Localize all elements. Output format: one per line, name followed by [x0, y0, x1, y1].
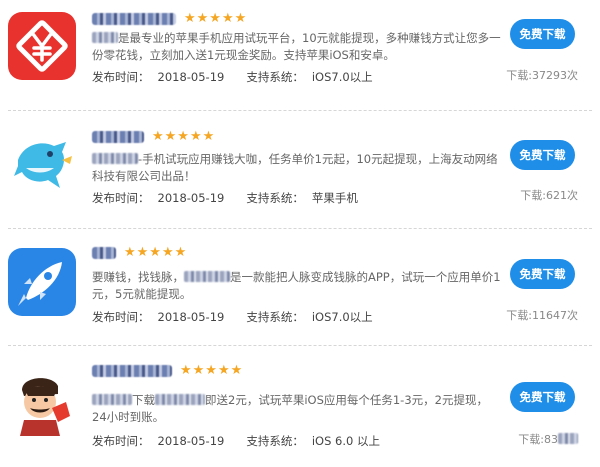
divider — [8, 110, 592, 111]
app-name-blurred[interactable] — [92, 13, 176, 25]
blurred-text — [155, 394, 205, 405]
blurred-text — [184, 271, 230, 282]
free-download-button[interactable]: 免费下载 — [510, 140, 575, 170]
system-label: 支持系统： — [246, 434, 304, 448]
blurred-text — [92, 394, 132, 405]
publish-date: 2018-05-19 — [157, 191, 225, 205]
rating-stars: ★★★★★ — [124, 245, 188, 260]
app-description: -手机试玩应用赚钱大咖，任务单价1元起，10元起提现，上海友动网络科技有限公司出… — [92, 151, 502, 185]
free-download-button[interactable]: 免费下载 — [510, 19, 575, 49]
system-value: 苹果手机 — [311, 191, 358, 205]
dolphin-icon — [8, 130, 76, 198]
app-description: 下载 即送2元，试玩苹果iOS应用每个任务1-3元，2元提现，24小时到账。 — [92, 392, 502, 426]
app-name-blurred[interactable] — [92, 131, 144, 143]
system-label: 支持系统： — [246, 70, 304, 84]
description-text: -手机试玩应用赚钱大咖，任务单价1元起，10元起提现，上海友动网络科技有限公司出… — [92, 152, 498, 183]
description-text-start: 要赚钱，找钱脉， — [92, 270, 184, 284]
rating-stars: ★★★★★ — [152, 129, 216, 144]
publish-date: 2018-05-19 — [157, 310, 225, 324]
publish-label: 发布时间： — [92, 191, 150, 205]
app-icon-rocket[interactable] — [8, 248, 76, 316]
app-name-blurred[interactable] — [92, 365, 172, 377]
app-meta: 发布时间： 2018-05-19 支持系统： iOS7.0以上 — [92, 69, 373, 85]
app-icon-dolphin[interactable] — [8, 130, 76, 198]
system-value: iOS 6.0 以上 — [311, 434, 380, 448]
app-title-row: ★★★★★ — [92, 128, 215, 146]
download-count: 下载:621次 — [520, 189, 578, 202]
list-item: ★★★★★ -手机试玩应用赚钱大咖，任务单价1元起，10元起提现，上海友动网络科… — [0, 118, 600, 228]
blurred-text — [92, 153, 138, 164]
cartoon-character-icon — [8, 368, 76, 436]
app-title-row: ★★★★★ — [92, 362, 243, 380]
divider — [8, 228, 592, 229]
free-download-button[interactable]: 免费下载 — [510, 259, 575, 289]
description-text: 下载 — [132, 393, 155, 407]
system-label: 支持系统： — [246, 191, 304, 205]
app-description: 是最专业的苹果手机应用试玩平台，10元就能提现，多种赚钱方式让您多一份零花钱，立… — [92, 30, 502, 64]
system-label: 支持系统： — [246, 310, 304, 324]
publish-label: 发布时间： — [92, 70, 150, 84]
description-text: 是最专业的苹果手机应用试玩平台，10元就能提现，多种赚钱方式让您多一份零花钱，立… — [92, 31, 501, 62]
app-list: ★★★★★ 是最专业的苹果手机应用试玩平台，10元就能提现，多种赚钱方式让您多一… — [0, 0, 600, 467]
list-item: ★★★★★ 要赚钱，找钱脉， 是一款能把人脉变成钱脉的APP，试玩一个应用单价1元… — [0, 234, 600, 344]
app-title-row: ★★★★★ — [92, 10, 247, 28]
publish-label: 发布时间： — [92, 434, 150, 448]
rating-stars: ★★★★★ — [180, 363, 244, 378]
system-value: iOS7.0以上 — [311, 70, 373, 84]
system-value: iOS7.0以上 — [311, 310, 373, 324]
free-download-button[interactable]: 免费下载 — [510, 382, 575, 412]
app-meta: 发布时间： 2018-05-19 支持系统： 苹果手机 — [92, 190, 358, 206]
publish-date: 2018-05-19 — [157, 70, 225, 84]
list-item: ★★★★★ 是最专业的苹果手机应用试玩平台，10元就能提现，多种赚钱方式让您多一… — [0, 0, 600, 110]
app-icon-character[interactable] — [8, 368, 76, 436]
app-title-row: ★★★★★ — [92, 244, 187, 262]
app-meta: 发布时间： 2018-05-19 支持系统： iOS 6.0 以上 — [92, 433, 380, 449]
download-count: 下载:37293次 — [506, 69, 578, 82]
list-item: ★★★★★ 下载 即送2元，试玩苹果iOS应用每个任务1-3元，2元提现，24小时… — [0, 352, 600, 462]
download-count: 下载:11647次 — [506, 309, 578, 322]
app-meta: 发布时间： 2018-05-19 支持系统： iOS7.0以上 — [92, 309, 373, 325]
rating-stars: ★★★★★ — [184, 11, 248, 26]
blurred-text — [92, 32, 118, 43]
rocket-icon — [8, 248, 76, 316]
blurred-text — [558, 433, 578, 444]
divider — [8, 345, 592, 346]
app-icon-yuan[interactable] — [8, 12, 76, 80]
app-description: 要赚钱，找钱脉， 是一款能把人脉变成钱脉的APP，试玩一个应用单价1元，5元就能提… — [92, 269, 502, 303]
yuan-icon — [8, 12, 76, 80]
publish-date: 2018-05-19 — [157, 434, 225, 448]
app-name-blurred[interactable] — [92, 247, 116, 259]
download-count: 下载:83 — [518, 431, 578, 447]
publish-label: 发布时间： — [92, 310, 150, 324]
